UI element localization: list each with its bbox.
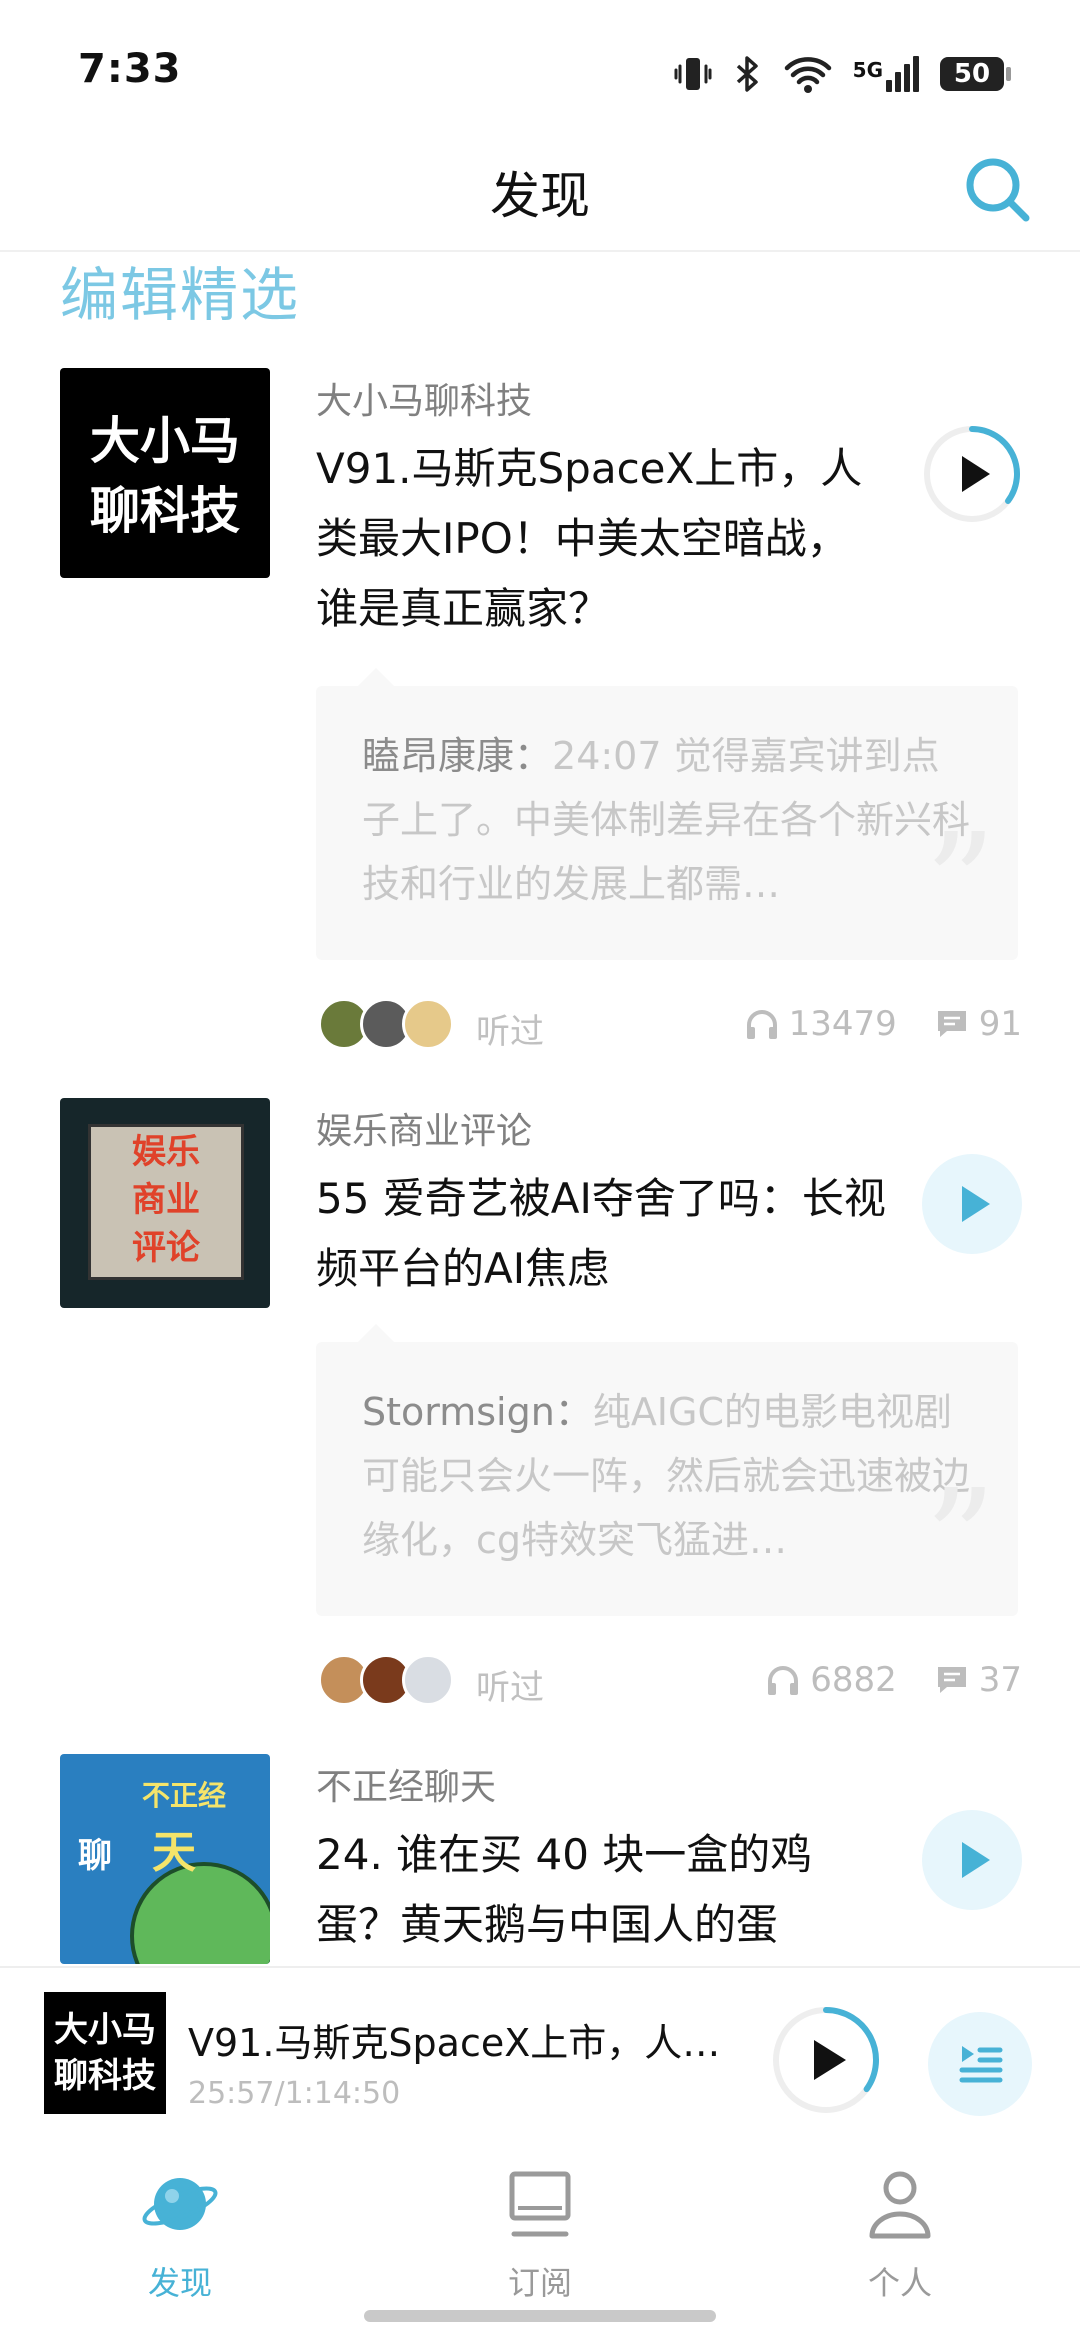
cover-text: 天 bbox=[152, 1827, 196, 1878]
wifi-icon bbox=[784, 57, 831, 93]
cover-text: 商业 bbox=[132, 1180, 200, 1220]
monitor-icon bbox=[509, 2171, 571, 2237]
battery-level: 50 bbox=[953, 59, 991, 89]
play-button[interactable] bbox=[922, 1810, 1022, 1910]
play-count: 13479 bbox=[788, 1004, 897, 1044]
mini-player[interactable]: 大小马 聊科技 V91.马斯克SpaceX上市，人… 25:57/1:14:50 bbox=[0, 1966, 1080, 2118]
page-title: 发现 bbox=[490, 167, 590, 225]
episode-title[interactable]: V91.马斯克SpaceX上市，人类最大IPO！中美太空暗战，谁是真正赢家？ bbox=[316, 434, 886, 644]
comment-user: 瞌昂康康： bbox=[362, 734, 553, 778]
status-icons: 5G 50 bbox=[673, 52, 1011, 96]
podcast-cover[interactable]: 大小马 聊科技 bbox=[60, 368, 270, 578]
podcast-name[interactable]: 不正经聊天 bbox=[316, 1758, 496, 1810]
home-indicator[interactable] bbox=[364, 2310, 716, 2322]
cover-text: 评论 bbox=[132, 1228, 200, 1268]
person-icon bbox=[869, 2171, 931, 2239]
battery-icon: 50 bbox=[940, 57, 1011, 91]
now-playing-title[interactable]: V91.马斯克SpaceX上市，人… bbox=[188, 2012, 720, 2067]
nav-label: 订阅 bbox=[507, 2264, 572, 2302]
top-bar: 发现 bbox=[0, 130, 1080, 252]
mini-play-button[interactable] bbox=[770, 2004, 882, 2116]
cover-text: 大小马 bbox=[90, 412, 240, 470]
nav-discover[interactable]: 发现 bbox=[80, 2164, 280, 2304]
listened-label: 听过 bbox=[476, 1668, 544, 1708]
status-time: 7:33 bbox=[78, 46, 182, 92]
cover-text: 聊科技 bbox=[90, 482, 240, 540]
nav-profile[interactable]: 个人 bbox=[800, 2164, 1000, 2304]
episode-title[interactable]: 55 爱奇艺被AI夺舍了吗：长视频平台的AI焦虑 bbox=[316, 1164, 886, 1304]
nav-label: 个人 bbox=[867, 2264, 932, 2302]
now-playing-cover[interactable]: 大小马 聊科技 bbox=[44, 1992, 166, 2114]
play-button[interactable] bbox=[922, 424, 1022, 524]
avatar bbox=[402, 1654, 454, 1706]
podcast-name[interactable]: 娱乐商业评论 bbox=[316, 1102, 532, 1154]
signal-icon: 5G bbox=[853, 56, 920, 92]
vibrate-icon bbox=[674, 58, 712, 90]
cover-text: 大小马 bbox=[54, 2010, 156, 2050]
quote-mark-icon: ” bbox=[924, 804, 996, 967]
episode-meta: 听过 13479 91 bbox=[316, 998, 1022, 1052]
cover-text: 娱乐 bbox=[132, 1132, 200, 1172]
episode-title[interactable]: 24. 谁在买 40 块一盒的鸡蛋？黄天鹅与中国人的蛋 bbox=[316, 1820, 886, 1960]
nav-subscribe[interactable]: 订阅 bbox=[440, 2164, 640, 2304]
episode-stats: 6882 37 bbox=[766, 1660, 1022, 1700]
nav-label: 发现 bbox=[147, 2264, 212, 2302]
quote-mark-icon: ” bbox=[924, 1460, 996, 1623]
play-icon bbox=[962, 1842, 990, 1878]
listener-avatars[interactable] bbox=[318, 1654, 454, 1706]
listener-avatars[interactable] bbox=[318, 998, 454, 1050]
search-icon bbox=[966, 158, 1030, 222]
featured-comment[interactable]: Stormsign：纯AIGC的电影电视剧可能只会火一阵，然后就会迅速被边缘化，… bbox=[316, 1324, 1018, 1623]
playlist-button[interactable] bbox=[928, 2012, 1032, 2116]
search-button[interactable] bbox=[960, 152, 1034, 226]
podcast-cover[interactable]: 娱乐 商业 评论 bbox=[60, 1098, 270, 1308]
comment-icon bbox=[937, 1011, 966, 1037]
play-icon bbox=[773, 2007, 879, 2113]
comment-user: Stormsign： bbox=[362, 1390, 593, 1434]
headphones-icon bbox=[746, 1010, 777, 1039]
now-playing-time: 25:57/1:14:50 bbox=[188, 2076, 401, 2111]
comment-count: 91 bbox=[978, 1004, 1022, 1044]
episode-meta: 听过 6882 37 bbox=[316, 1654, 1022, 1708]
network-type: 5G bbox=[852, 58, 883, 82]
avatar bbox=[402, 998, 454, 1050]
episode-card[interactable]: 不正经 聊 天 不正经聊天 24. 谁在买 40 块一盒的鸡蛋？黄天鹅与中国人的… bbox=[0, 1754, 1080, 1966]
headphones-icon bbox=[768, 1666, 799, 1695]
bluetooth-icon bbox=[736, 56, 758, 92]
podcast-name[interactable]: 大小马聊科技 bbox=[316, 372, 532, 424]
comment-text: 瞌昂康康：24:07 觉得嘉宾讲到点子上了。中美体制差异在各个新兴科技和行业的发… bbox=[362, 724, 972, 916]
status-bar: 7:33 5G 50 bbox=[0, 0, 1080, 130]
featured-comment[interactable]: 瞌昂康康：24:07 觉得嘉宾讲到点子上了。中美体制差异在各个新兴科技和行业的发… bbox=[316, 668, 1018, 967]
planet-icon bbox=[142, 2178, 218, 2230]
listened-label: 听过 bbox=[476, 1012, 544, 1052]
comment-text: Stormsign：纯AIGC的电影电视剧可能只会火一阵，然后就会迅速被边缘化，… bbox=[362, 1380, 972, 1572]
play-count: 6882 bbox=[810, 1660, 897, 1700]
play-icon bbox=[924, 426, 1020, 522]
episode-stats: 13479 91 bbox=[745, 1004, 1022, 1044]
section-title: 编辑精选 bbox=[60, 261, 301, 329]
comment-icon bbox=[937, 1667, 966, 1693]
cover-text: 不正经 bbox=[142, 1779, 227, 1812]
playlist-icon bbox=[959, 2046, 1003, 2083]
podcast-cover[interactable]: 不正经 聊 天 bbox=[60, 1754, 270, 1964]
cover-text: 聊 bbox=[78, 1836, 112, 1876]
play-icon bbox=[962, 1186, 990, 1222]
play-button[interactable] bbox=[922, 1154, 1022, 1254]
cover-text: 聊科技 bbox=[54, 2056, 156, 2096]
comment-count: 37 bbox=[978, 1660, 1022, 1700]
